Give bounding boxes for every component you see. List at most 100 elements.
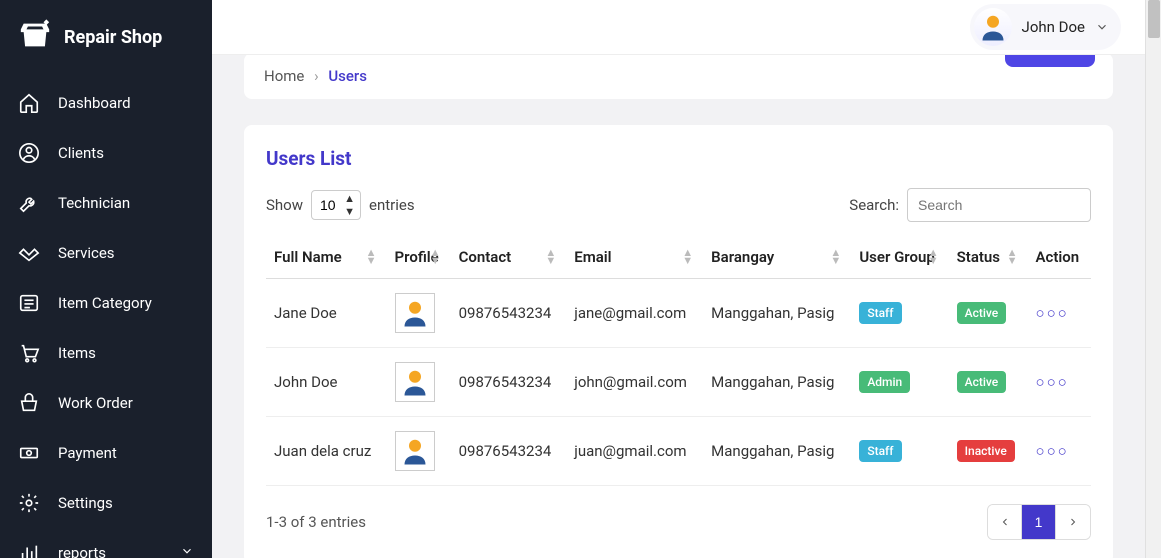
brand: Repair Shop — [0, 0, 212, 74]
col-status[interactable]: Status▲▼ — [949, 236, 1028, 279]
col-barangay[interactable]: Barangay▲▼ — [703, 236, 851, 279]
user-menu[interactable]: John Doe — [970, 4, 1121, 50]
sidebar-item-label: Payment — [58, 444, 117, 462]
sidebar-item-label: Item Category — [58, 294, 152, 312]
table-controls: Show 10 ▲▼ entries Search: — [266, 188, 1091, 222]
col-contact[interactable]: Contact▲▼ — [451, 236, 567, 279]
sidebar-item-payment[interactable]: Payment — [0, 428, 212, 478]
chevron-down-icon — [1095, 20, 1109, 34]
breadcrumb: Home › Users — [264, 67, 367, 85]
cell-contact: 09876543234 — [451, 279, 567, 348]
sidebar-item-dashboard[interactable]: Dashboard — [0, 78, 212, 128]
breadcrumb-home[interactable]: Home — [264, 67, 304, 85]
col-email[interactable]: Email▲▼ — [566, 236, 703, 279]
handshake-icon — [18, 242, 40, 264]
search-control: Search: — [849, 188, 1091, 222]
sidebar: Repair Shop Dashboard Clients Technician… — [0, 0, 212, 558]
status-badge: Active — [957, 371, 1007, 393]
table-row: Juan dela cruz 09876543234 juan@gmail.co… — [266, 417, 1091, 486]
breadcrumb-card: Home › Users — [244, 55, 1113, 99]
users-panel: Users List Show 10 ▲▼ entries Searc — [244, 125, 1113, 558]
chevron-right-icon: › — [314, 67, 319, 85]
col-user-group[interactable]: User Group▲▼ — [851, 236, 948, 279]
sort-icon: ▲▼ — [830, 249, 841, 265]
breadcrumb-current: Users — [328, 67, 367, 85]
col-profile[interactable]: Profile▲▼ — [387, 236, 451, 279]
cell-status: Active — [949, 279, 1028, 348]
cell-email: jane@gmail.com — [566, 279, 703, 348]
cash-icon — [18, 442, 40, 464]
cell-contact: 09876543234 — [451, 348, 567, 417]
row-actions-icon[interactable]: ○○○ — [1036, 442, 1069, 460]
cell-barangay: Manggahan, Pasig — [703, 417, 851, 486]
sidebar-item-clients[interactable]: Clients — [0, 128, 212, 178]
gear-icon — [18, 492, 40, 514]
table-row: Jane Doe 09876543234 jane@gmail.com Mang… — [266, 279, 1091, 348]
cell-email: john@gmail.com — [566, 348, 703, 417]
sidebar-item-items[interactable]: Items — [0, 328, 212, 378]
chart-icon — [18, 542, 40, 558]
sidebar-item-item-category[interactable]: Item Category — [0, 278, 212, 328]
show-label-suffix: entries — [369, 196, 415, 214]
scrollbar-thumb[interactable] — [1148, 0, 1160, 38]
avatar-icon — [974, 8, 1012, 46]
primary-action-button[interactable] — [1005, 55, 1095, 67]
entries-select[interactable]: 10 — [311, 190, 361, 220]
sidebar-item-label: Settings — [58, 494, 113, 512]
cell-profile — [387, 417, 451, 486]
content: Home › Users Users List Show 10 ▲ — [212, 55, 1145, 558]
sort-icon: ▲▼ — [430, 249, 441, 265]
cell-status: Inactive — [949, 417, 1028, 486]
sort-icon: ▲▼ — [1007, 249, 1018, 265]
col-full-name[interactable]: Full Name▲▼ — [266, 236, 387, 279]
sort-icon: ▲▼ — [928, 249, 939, 265]
list-icon — [18, 292, 40, 314]
status-badge: Inactive — [957, 440, 1015, 462]
user-group-badge: Staff — [859, 440, 901, 462]
profile-avatar-icon — [395, 362, 435, 402]
pager-prev[interactable] — [988, 505, 1022, 539]
user-name: John Doe — [1022, 18, 1085, 36]
col-action: Action — [1028, 236, 1091, 279]
cell-contact: 09876543234 — [451, 417, 567, 486]
sidebar-item-reports[interactable]: reports — [0, 528, 212, 558]
search-label: Search: — [849, 196, 899, 214]
sidebar-item-label: Items — [58, 344, 96, 362]
sort-icon: ▲▼ — [545, 249, 556, 265]
cell-action: ○○○ — [1028, 417, 1091, 486]
users-table: Full Name▲▼ Profile▲▼ Contact▲▼ Email▲▼ … — [266, 236, 1091, 486]
pagination-summary: 1-3 of 3 entries — [266, 513, 366, 531]
brand-title: Repair Shop — [64, 27, 162, 48]
panel-title: Users List — [266, 147, 1091, 170]
sidebar-nav: Dashboard Clients Technician Services It… — [0, 74, 212, 558]
profile-avatar-icon — [395, 293, 435, 333]
cart-icon — [18, 342, 40, 364]
home-icon — [18, 92, 40, 114]
sidebar-item-label: Clients — [58, 144, 104, 162]
sidebar-item-services[interactable]: Services — [0, 228, 212, 278]
cell-status: Active — [949, 348, 1028, 417]
search-input[interactable] — [907, 188, 1091, 222]
table-row: John Doe 09876543234 john@gmail.com Mang… — [266, 348, 1091, 417]
topbar: John Doe — [212, 0, 1145, 55]
pager-next[interactable] — [1056, 505, 1090, 539]
sidebar-item-work-order[interactable]: Work Order — [0, 378, 212, 428]
row-actions-icon[interactable]: ○○○ — [1036, 304, 1069, 322]
status-badge: Active — [957, 302, 1007, 324]
user-group-badge: Staff — [859, 302, 901, 324]
cell-barangay: Manggahan, Pasig — [703, 348, 851, 417]
show-label-prefix: Show — [266, 196, 303, 214]
pager-page-1[interactable]: 1 — [1022, 505, 1056, 539]
sort-icon: ▲▼ — [682, 249, 693, 265]
cell-user-group: Staff — [851, 279, 948, 348]
sort-icon: ▲▼ — [366, 249, 377, 265]
main: John Doe Home › Users Users List Show — [212, 0, 1161, 558]
page-scrollbar[interactable] — [1145, 0, 1161, 558]
cell-user-group: Admin — [851, 348, 948, 417]
sidebar-item-label: Technician — [58, 194, 130, 212]
sidebar-item-settings[interactable]: Settings — [0, 478, 212, 528]
row-actions-icon[interactable]: ○○○ — [1036, 373, 1069, 391]
sidebar-item-technician[interactable]: Technician — [0, 178, 212, 228]
pagination: 1-3 of 3 entries 1 — [266, 504, 1091, 540]
entries-control: Show 10 ▲▼ entries — [266, 190, 415, 220]
